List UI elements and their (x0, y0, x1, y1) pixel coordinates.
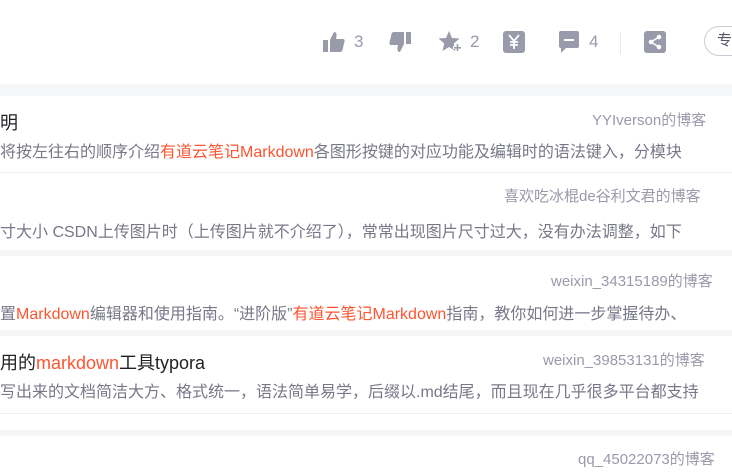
divider (0, 413, 732, 414)
result-title[interactable]: 明 (0, 109, 18, 135)
thumbs-down-icon (389, 32, 411, 52)
comment-icon (559, 31, 579, 53)
article-toolbar: 3 2 4 专 (0, 0, 732, 84)
result-author[interactable]: weixin_34315189的博客 (551, 270, 713, 291)
related-results-list: 明 YYIverson的博客 将按左往右的顺序介绍有道云笔记Markdown各图… (0, 96, 732, 472)
toolbar-divider (620, 32, 621, 54)
thumbs-up-icon (323, 32, 345, 52)
comment-count: 4 (589, 32, 599, 51)
result-author[interactable]: 喜欢吃冰棍de谷利文君的博客 (504, 185, 701, 206)
result-item[interactable]: 用的markdown工具typora weixin_39853131的博客 写出… (0, 336, 732, 412)
share-icon (644, 31, 666, 53)
result-desc: 置Markdown编辑器和使用指南。“进阶版”有道云笔记Markdown指南，教… (0, 306, 687, 323)
comment-button[interactable]: 4 (557, 30, 598, 54)
result-author[interactable]: YYIverson的博客 (592, 109, 706, 130)
result-desc: 寸大小 CSDN上传图片时（上传图片就不介绍了），常常出现图片尺寸过大，没有办法… (0, 224, 682, 241)
column-pill-button[interactable]: 专 (704, 26, 732, 56)
result-author[interactable]: weixin_39853131的博客 (543, 349, 705, 370)
result-item[interactable]: qq_45022073的博客 (0, 436, 732, 472)
result-desc: 将按左往右的顺序介绍有道云笔记Markdown各图形按键的对应功能及编辑时的语法… (0, 144, 682, 161)
result-title[interactable]: 用的markdown工具typora (0, 349, 205, 375)
yuan-reward-icon (503, 31, 525, 53)
dislike-button[interactable] (388, 30, 412, 54)
like-count: 3 (354, 32, 364, 51)
result-item[interactable]: 明 YYIverson的博客 将按左往右的顺序介绍有道云笔记Markdown各图… (0, 96, 732, 172)
share-button[interactable] (643, 30, 667, 54)
reward-button[interactable] (502, 30, 526, 54)
result-item[interactable]: 喜欢吃冰棍de谷利文君的博客 寸大小 CSDN上传图片时（上传图片就不介绍了），… (0, 173, 732, 252)
collect-count: 2 (470, 32, 480, 51)
result-item[interactable]: weixin_34315189的博客 置Markdown编辑器和使用指南。“进阶… (0, 256, 732, 332)
star-plus-icon (438, 31, 462, 52)
result-author[interactable]: qq_45022073的博客 (578, 448, 715, 469)
collect-button[interactable]: 2 (438, 30, 479, 54)
like-button[interactable]: 3 (322, 30, 363, 54)
result-desc: 写出来的文档简洁大方、格式统一，语法简单易学，后缀以.md结尾，而且现在几乎很多… (0, 384, 699, 401)
